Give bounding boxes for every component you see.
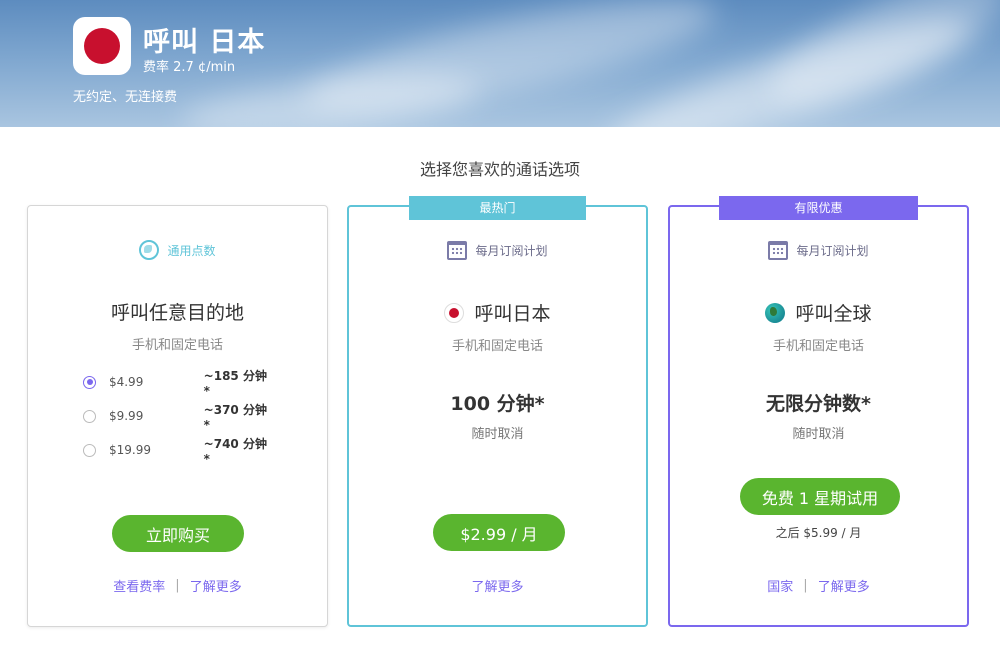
free-trial-button[interactable]: 免费 1 星期试用 xyxy=(740,478,900,515)
ribbon-badge: 最热门 xyxy=(409,196,586,220)
calendar-icon xyxy=(447,241,468,260)
learn-more-link[interactable]: 了解更多 xyxy=(818,576,870,595)
japan-flag-icon xyxy=(444,302,465,323)
plan-title: 呼叫全球 xyxy=(670,299,967,326)
credit-option[interactable]: $4.99 ~185 分钟* xyxy=(83,369,273,398)
option-price: $19.99 xyxy=(108,443,151,457)
card-links: 国家 | 了解更多 xyxy=(670,576,967,595)
card-category: 通用点数 xyxy=(28,240,327,260)
credit-option[interactable]: $19.99 ~740 分钟* xyxy=(83,437,273,466)
plan-card-credits: 通用点数 呼叫任意目的地 手机和固定电话 $4.99 ~185 分钟* $9.9… xyxy=(27,205,328,627)
plan-title-text: 呼叫全球 xyxy=(795,303,872,325)
card-links: 了解更多 xyxy=(349,576,646,595)
category-label: 每月订阅计划 xyxy=(796,244,869,258)
learn-more-link[interactable]: 了解更多 xyxy=(190,576,242,595)
japan-flag-icon xyxy=(73,17,131,75)
buy-now-button[interactable]: 立即购买 xyxy=(112,515,244,552)
option-minutes: ~185 分钟* xyxy=(203,368,267,398)
radio-button[interactable] xyxy=(83,443,96,457)
card-category: 每月订阅计划 xyxy=(670,241,967,260)
radio-button[interactable] xyxy=(83,409,96,423)
plan-card-japan: 每月订阅计划 呼叫日本 手机和固定电话 100 分钟* 随时取消 $2.99 /… xyxy=(347,205,648,627)
option-price: $9.99 xyxy=(108,409,144,423)
view-rates-link[interactable]: 查看费率 xyxy=(113,576,165,595)
credit-option[interactable]: $9.99 ~370 分钟* xyxy=(83,403,273,432)
link-separator: | xyxy=(803,578,808,593)
plan-title-text: 呼叫日本 xyxy=(474,303,551,325)
radio-button[interactable] xyxy=(83,375,96,389)
hero-rate: 费率 2.7 ¢/min xyxy=(143,60,236,75)
subscribe-button[interactable]: $2.99 / 月 xyxy=(433,514,565,551)
calendar-icon xyxy=(768,241,789,260)
hero-title: 呼叫 日本 xyxy=(143,27,266,58)
plan-minutes: 无限分钟数* xyxy=(766,393,871,415)
plan-title: 呼叫任意目的地 xyxy=(110,302,244,324)
globe-icon xyxy=(139,240,160,260)
option-minutes: ~740 分钟* xyxy=(203,436,267,466)
hero-subtitle: 无约定、无连接费 xyxy=(73,90,178,105)
hero-banner: 呼叫 日本 费率 2.7 ¢/min 无约定、无连接费 xyxy=(0,0,1000,127)
plan-subtitle: 手机和固定电话 xyxy=(451,339,543,354)
plan-card-global: 每月订阅计划 呼叫全球 手机和固定电话 无限分钟数* 随时取消 免费 1 星期试… xyxy=(668,205,969,627)
plan-subtitle: 手机和固定电话 xyxy=(131,338,223,353)
countries-link[interactable]: 国家 xyxy=(767,576,793,595)
plan-subtitle: 手机和固定电话 xyxy=(772,339,864,354)
plan-title: 呼叫日本 xyxy=(349,299,646,326)
learn-more-link[interactable]: 了解更多 xyxy=(471,576,523,595)
cancel-anytime: 随时取消 xyxy=(471,427,524,442)
option-price: $4.99 xyxy=(108,375,144,389)
card-category: 每月订阅计划 xyxy=(349,241,646,260)
page-heading: 选择您喜欢的通话选项 xyxy=(419,160,580,179)
link-separator: | xyxy=(175,578,180,593)
plan-minutes: 100 分钟* xyxy=(450,393,545,415)
category-label: 通用点数 xyxy=(167,243,216,258)
cancel-anytime: 随时取消 xyxy=(792,427,845,442)
ribbon-badge: 有限优惠 xyxy=(719,196,918,220)
after-trial-price: 之后 $5.99 / 月 xyxy=(775,526,862,540)
option-minutes: ~370 分钟* xyxy=(203,402,267,432)
card-links: 查看费率 | 了解更多 xyxy=(28,576,327,595)
globe-earth-icon xyxy=(765,302,786,323)
category-label: 每月订阅计划 xyxy=(475,244,548,258)
